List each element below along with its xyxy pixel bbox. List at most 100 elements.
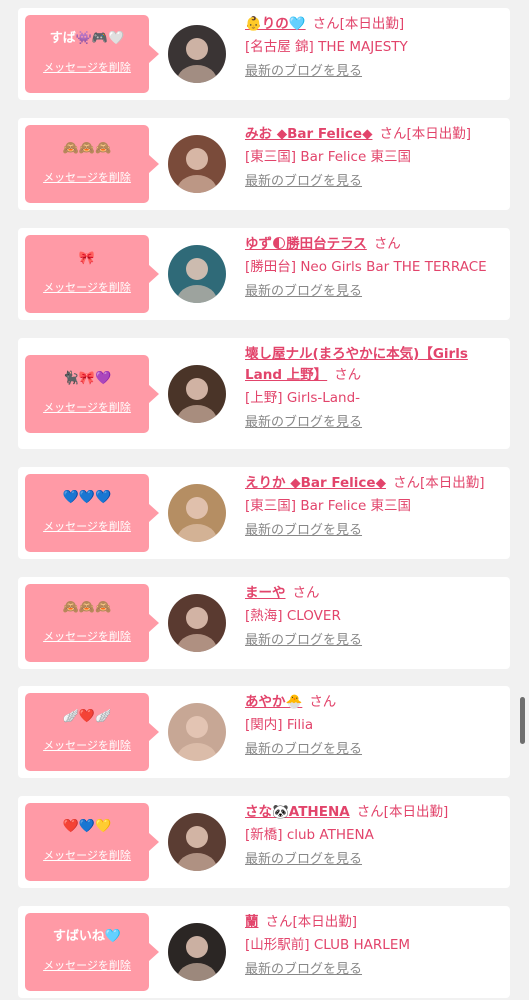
message-bubble: 🙈🙈🙈 メッセージを削除 <box>25 584 159 662</box>
latest-blog-link[interactable]: 最新のブログを見る <box>245 62 503 82</box>
avatar[interactable] <box>168 135 226 193</box>
message-bubble: 🎀 メッセージを削除 <box>25 235 159 313</box>
avatar[interactable] <box>168 245 226 303</box>
delete-message-link[interactable]: メッセージを削除 <box>25 630 149 644</box>
name-line: 壊し屋ナル(まろやかに本気)【Girls Land 上野】 さん <box>245 344 503 386</box>
avatar[interactable] <box>168 923 226 981</box>
list-item: ❤️💙💛 メッセージを削除 さな🐼ATHENA さん[本日出勤] [新橋] club A… <box>18 796 510 888</box>
avatar-image <box>168 703 226 761</box>
message-bubble: 🙈🙈🙈 メッセージを削除 <box>25 125 159 203</box>
avatar-image <box>168 484 226 542</box>
avatar-image <box>168 245 226 303</box>
cast-name-link[interactable]: まーや <box>245 585 286 601</box>
name-line: えりか ◆Bar Felice◆ さん[本日出勤] <box>245 473 503 494</box>
latest-blog-link[interactable]: 最新のブログを見る <box>245 960 503 980</box>
latest-blog-link[interactable]: 最新のブログを見る <box>245 850 503 870</box>
status-text: さん[本日出勤] <box>379 126 472 142</box>
profile-info: まーや さん [熱海] CLOVER 最新のブログを見る <box>245 583 503 651</box>
delete-message-link[interactable]: メッセージを削除 <box>25 401 149 415</box>
cast-name-link[interactable]: ゆず🌓勝田台テラス <box>245 236 367 252</box>
avatar-image <box>168 813 226 871</box>
delete-message-link[interactable]: メッセージを削除 <box>25 739 149 753</box>
scrollbar[interactable] <box>520 697 525 744</box>
cast-name-link[interactable]: 蘭 <box>245 914 259 930</box>
message-bubble: すば👾🎮🤍 メッセージを削除 <box>25 15 159 93</box>
message-bubble: 💙💙💙 メッセージを削除 <box>25 474 159 552</box>
delete-message-link[interactable]: メッセージを削除 <box>25 959 149 973</box>
delete-message-link[interactable]: メッセージを削除 <box>25 171 149 185</box>
shop-name: [新橋] club ATHENA <box>245 827 374 843</box>
message-text: 🙈🙈🙈 <box>62 600 112 615</box>
status-text: さん[本日出勤] <box>356 804 449 820</box>
name-line: さな🐼ATHENA さん[本日出勤] <box>245 802 503 823</box>
cast-name-link[interactable]: 👶りの🩵 <box>245 16 306 32</box>
avatar[interactable] <box>168 703 226 761</box>
message-text: 🐈‍⬛🎀💜 <box>62 370 112 386</box>
message-text: 💙💙💙 <box>62 490 112 505</box>
avatar[interactable] <box>168 594 226 652</box>
delete-message-link[interactable]: メッセージを削除 <box>25 61 149 75</box>
shop-name: [熱海] CLOVER <box>245 608 341 624</box>
profile-info: さな🐼ATHENA さん[本日出勤] [新橋] club ATHENA 最新のブログを… <box>245 802 503 870</box>
avatar[interactable] <box>168 25 226 83</box>
list-item: 🙈🙈🙈 メッセージを削除 まーや さん [熱海] CLOVER 最新のブログを見る <box>18 577 510 669</box>
delete-message-link[interactable]: メッセージを削除 <box>25 849 149 863</box>
latest-blog-link[interactable]: 最新のブログを見る <box>245 740 503 760</box>
avatar[interactable] <box>168 484 226 542</box>
profile-info: 蘭さん[本日出勤] [山形駅前] CLUB HARLEM 最新のブログを見る <box>245 912 503 980</box>
profile-info: 壊し屋ナル(まろやかに本気)【Girls Land 上野】 さん [上野] Girl… <box>245 344 503 433</box>
shop-name: [山形駅前] CLUB HARLEM <box>245 937 410 953</box>
list-item: 🐈‍⬛🎀💜 メッセージを削除 壊し屋ナル(まろやかに本気)【Girls Land 上… <box>18 338 510 449</box>
status-text: さん <box>292 585 320 601</box>
name-line: まーや さん <box>245 583 503 604</box>
latest-blog-link[interactable]: 最新のブログを見る <box>245 631 503 651</box>
message-text: 🪽❤️🪽 <box>62 709 112 724</box>
list-item: 🙈🙈🙈 メッセージを削除 みお ◆Bar Felice◆ さん[本日出勤] [東三国] … <box>18 118 510 210</box>
shop-name: [勝田台] Neo Girls Bar THE TERRACE <box>245 259 487 275</box>
status-text: さん[本日出勤] <box>312 16 405 32</box>
name-line: みお ◆Bar Felice◆ さん[本日出勤] <box>245 124 503 145</box>
latest-blog-link[interactable]: 最新のブログを見る <box>245 521 503 541</box>
message-text: すばいね🩵 <box>52 929 122 944</box>
list-item: 💙💙💙 メッセージを削除 えりか ◆Bar Felice◆ さん[本日出勤] [東三国]… <box>18 467 510 559</box>
shop-name: [上野] Girls-Land- <box>245 390 361 406</box>
avatar-image <box>168 923 226 981</box>
latest-blog-link[interactable]: 最新のブログを見る <box>245 413 503 433</box>
status-text: さん <box>334 367 362 383</box>
cast-name-link[interactable]: あやか🐣 <box>245 694 302 710</box>
shop-name: [東三国] Bar Felice 東三国 <box>245 149 412 165</box>
avatar[interactable] <box>168 364 226 423</box>
message-bubble: すばいね🩵 メッセージを削除 <box>25 913 159 991</box>
profile-info: ゆず🌓勝田台テラス さん [勝田台] Neo Girls Bar THE TERRA… <box>245 234 503 302</box>
delete-message-link[interactable]: メッセージを削除 <box>25 281 149 295</box>
profile-info: あやか🐣 さん [関内] Filia 最新のブログを見る <box>245 692 503 760</box>
message-bubble: 🪽❤️🪽 メッセージを削除 <box>25 693 159 771</box>
message-text: 🙈🙈🙈 <box>62 141 112 156</box>
shop-name: [東三国] Bar Felice 東三国 <box>245 498 412 514</box>
message-text: 🎀 <box>78 251 96 266</box>
latest-blog-link[interactable]: 最新のブログを見る <box>245 282 503 302</box>
profile-info: みお ◆Bar Felice◆ さん[本日出勤] [東三国] Bar Felice … <box>245 124 503 192</box>
message-text: すば👾🎮🤍 <box>49 31 125 46</box>
list-item: 🪽❤️🪽 メッセージを削除 あやか🐣 さん [関内] Filia 最新のブログを見る <box>18 686 510 778</box>
avatar-image <box>168 25 226 83</box>
list-item: 🎀 メッセージを削除 ゆず🌓勝田台テラス さん [勝田台] Neo Girls Bar … <box>18 228 510 320</box>
name-line: ゆず🌓勝田台テラス さん <box>245 234 503 255</box>
status-text: さん <box>309 694 337 710</box>
profile-info: 👶りの🩵 さん[本日出勤] [名古屋 錦] THE MAJESTY 最新のブログを見る <box>245 14 503 82</box>
cast-name-link[interactable]: さな🐼ATHENA <box>245 804 350 820</box>
avatar[interactable] <box>168 813 226 871</box>
shop-name: [関内] Filia <box>245 717 314 733</box>
avatar-image <box>168 135 226 193</box>
status-text: さん[本日出勤] <box>392 475 485 491</box>
latest-blog-link[interactable]: 最新のブログを見る <box>245 172 503 192</box>
message-bubble: 🐈‍⬛🎀💜 メッセージを削除 <box>25 354 159 433</box>
avatar-image <box>168 594 226 652</box>
name-line: 蘭さん[本日出勤] <box>245 912 503 933</box>
cast-name-link[interactable]: みお ◆Bar Felice◆ <box>245 126 372 142</box>
cast-name-link[interactable]: えりか ◆Bar Felice◆ <box>245 475 386 491</box>
delete-message-link[interactable]: メッセージを削除 <box>25 520 149 534</box>
list-item: すばいね🩵 メッセージを削除 蘭さん[本日出勤] [山形駅前] CLUB HARLEM… <box>18 906 510 998</box>
shop-name: [名古屋 錦] THE MAJESTY <box>245 39 408 55</box>
profile-info: えりか ◆Bar Felice◆ さん[本日出勤] [東三国] Bar Felice… <box>245 473 503 541</box>
